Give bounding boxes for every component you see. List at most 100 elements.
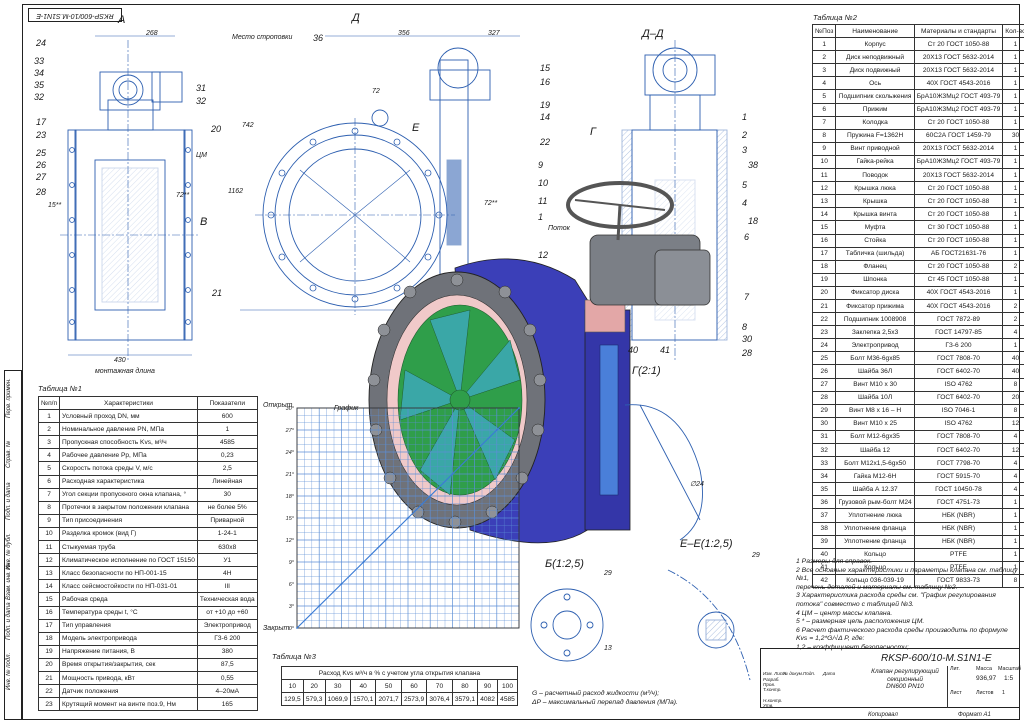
sheets-label: Листов [976,690,994,696]
table1-row: 6 Расходная характеристика Линейная [37,474,258,489]
table3-percent-cell: 10 [281,679,304,694]
table2-cell: 6 [811,102,837,117]
table3-value-cell: 4585 [497,692,518,707]
title-name-line1: Клапан регулирующий [871,668,939,675]
table2-cell: 11 [811,168,837,183]
table2-cell: 7 [811,115,837,130]
table2-cell: 22 [811,312,837,327]
table2-cell: 1 [1002,89,1024,104]
table1-cell: 0,23 [196,448,258,463]
table2-cell: Корпус [835,37,915,52]
table2-header-cell: Кол-во [1002,23,1024,39]
balloon-left: 23 [36,130,47,140]
table2-row: 16 Стойка Ст 20 ГОСТ 1050-88 1 [811,233,1024,248]
table1-cell: 21 [37,670,61,686]
balloon-right: 18 [748,216,759,226]
table2-cell: Ст 30 ГОСТ 1050-88 [913,220,1004,235]
table3-percent-cell: 70 [426,679,453,694]
chart-y-tick: 27° [285,428,295,434]
table2-cell: 37 [811,508,837,523]
table2-cell: 12 [811,181,837,196]
balloon-right: 5 [742,180,748,190]
table2-row: 27 Винт М10 х 30 ISO 4762 8 [811,377,1024,392]
stamp-role: Утв. [763,703,774,708]
table2-cell: Крышка винта [835,207,915,222]
table2-cell: 12 [1002,416,1024,431]
table2-row: 3 Диск подвижный 20Х13 ГОСТ 5632-2014 1 [811,63,1024,78]
balloon-left: 27 [36,172,47,182]
table3-value-cell: 3579,1 [451,692,479,707]
table2-cell: 4 [1002,456,1024,471]
balloon-center: 14 [540,112,551,122]
note-line: потока" совместно с таблицей №3. [796,600,914,608]
table2-cell: Винт приводной [835,141,915,156]
note-line: 3 Характеристика расхода среды см. "Граф… [796,592,996,600]
dim-72c: 72** [484,200,498,207]
table2-cell: 31 [811,429,837,445]
table3-flow: Расход Kvs м³/ч в % с учетом угла открыт… [281,665,518,707]
note-line: 4 ЦМ – центр массы клапана. [796,609,893,617]
table2-cell: 40 [1002,351,1024,366]
chart-point [451,473,454,475]
table2-cell: 29 [811,403,837,418]
table2-row: 1 Корпус Ст 20 ГОСТ 1050-88 1 [811,37,1024,52]
table1-cell: 380 [196,644,258,659]
detail-b-drawing [530,588,604,662]
table2-cell: Гайка М12-6Н [835,469,915,484]
table2-row: 39 Уплотнение фланца НБК (NBR) 1 [811,534,1024,549]
table2-title: Таблица №2 [813,13,857,22]
table3-value-cell: 1069,9 [324,692,351,707]
detail-g-drawing [624,404,703,541]
table2-cell: 1 [1002,508,1024,523]
table2-cell: 1 [1002,63,1024,78]
title-name-line3: DN600 PN10 [886,683,924,690]
table2-row: 34 Гайка М12-6Н ГОСТ 5915-70 4 [811,469,1024,484]
label-montazh: монтажная длина [95,368,155,375]
table2-row: 36 Грузовой рым-болт М24 ГОСТ 4751-73 1 [811,495,1024,510]
table2-cell: 60С2А ГОСТ 1459-79 [913,128,1004,143]
note-line: 5 * – размерная цепь расположения ЦМ. [796,618,925,626]
balloon-left: 24 [36,38,47,48]
table1-cell: 22 [37,684,61,699]
balloon-center: 12 [538,250,549,260]
note-line: 1 Размеры для справок. [796,558,873,565]
balloon-center: 9 [538,160,544,170]
table2-cell: 8 [811,128,837,143]
table2-cell: 3 [811,63,837,78]
table2-cell: 23 [811,325,837,340]
table1-row: 19 Напряжение питания, В 380 [37,644,258,659]
table2-cell: 32 [811,442,837,458]
balloon-center: 19 [540,100,551,110]
detail-ee-drawing [667,569,751,681]
table2-cell: Подшипник 1008908 [835,312,915,327]
table2-cell: ГОСТ 4751-73 [913,495,1004,510]
table1-cell: 2 [37,422,61,437]
table1-cell: Скорость потока среды V, м/с [59,461,198,476]
table2-cell: 20Х13 ГОСТ 5632-2014 [913,50,1004,65]
table2-cell: Ст 20 ГОСТ 1050-88 [913,194,1004,209]
legend-line-2: ΔP – максимальный перепад давления (МПа)… [532,698,678,706]
table1-row: 15 Рабочая среда Техническая вода [37,592,258,607]
label-view-ee: Е–Е(1:2,5) [680,538,733,550]
table2-cell: 18 [811,259,837,274]
table2-cell: НБК (NBR) [913,508,1004,523]
balloon-left: 34 [34,68,45,78]
dim-15: 15** [48,202,62,209]
table2-row: 32 Шайба 12 ГОСТ 6402-70 12 [811,442,1024,458]
table2-cell: НБК (NBR) [913,534,1004,549]
table1-row: 1 Условный проход DN, мм 600 [37,409,258,424]
scale-value: 1:5 [1004,675,1014,682]
balloon-left: 28 [36,187,47,197]
table1-cell: 1-24-1 [196,526,258,542]
table2-cell: Ст 20 ГОСТ 1050-88 [913,207,1004,222]
table2-row: 2 Диск неподвижный 20Х13 ГОСТ 5632-2014 1 [811,50,1024,65]
table2-cell: 20Х13 ГОСТ 5632-2014 [913,63,1004,78]
table2-cell: 39 [811,534,837,549]
table1-row: 11 Стыкуемая труба 630х8 [37,540,258,555]
table1-cell: Протечки в закрытом положении клапана [59,500,198,515]
mass-label: Масса [976,666,992,672]
table2-cell: 21 [811,298,837,314]
table2-row: 13 Крышка Ст 20 ГОСТ 1050-88 1 [811,194,1024,209]
table2-row: 21 Фиксатор прижима 40Х ГОСТ 4543-2016 2 [811,298,1024,314]
table2-cell: 1 [1002,168,1024,183]
